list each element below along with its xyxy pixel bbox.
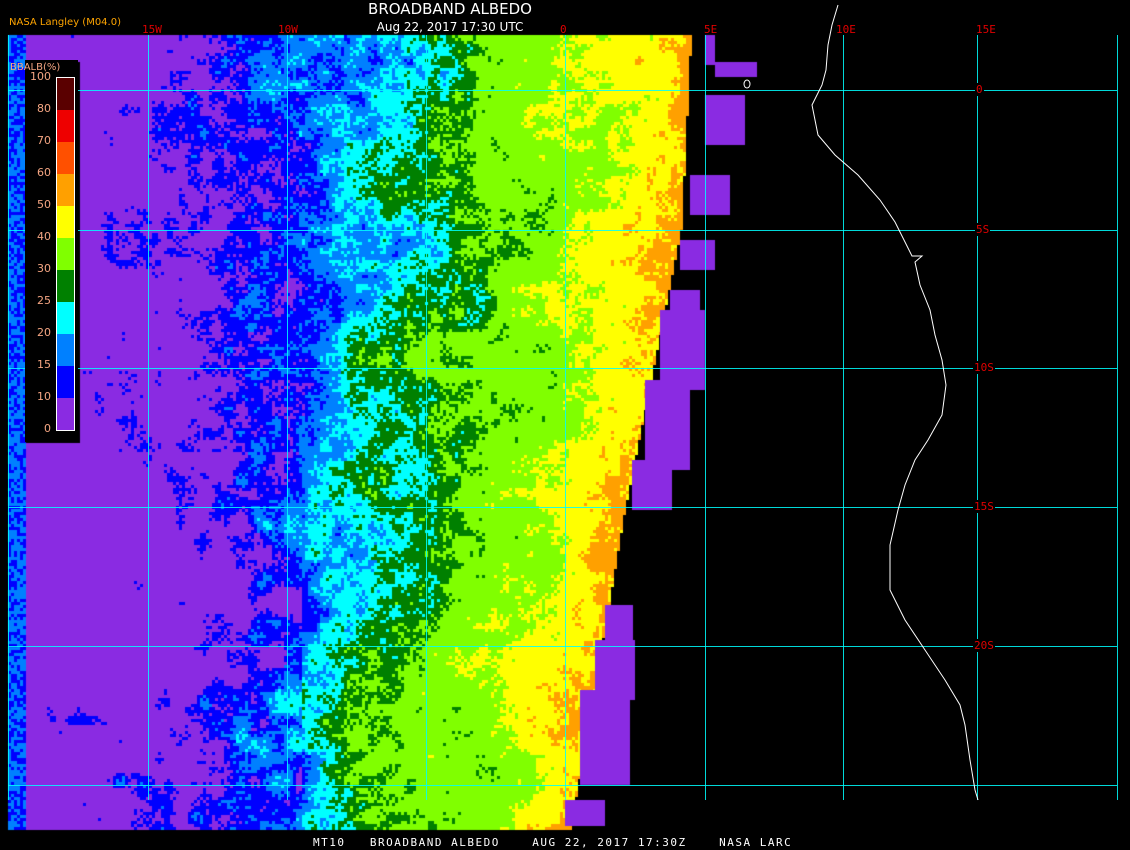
legend-label: 70 xyxy=(37,134,51,147)
lon-label-10e: 10E xyxy=(836,23,856,36)
legend-bin-60-70 xyxy=(57,142,74,174)
legend-label: 60 xyxy=(37,166,51,179)
coastline xyxy=(811,4,979,801)
legend-label: 20 xyxy=(37,326,51,339)
footer-caption: MT10 BROADBAND ALBEDO AUG 22, 2017 17:30… xyxy=(313,836,793,849)
island-outline xyxy=(743,79,751,89)
lon-label-15e: 15E xyxy=(976,23,996,36)
legend-label: 25 xyxy=(37,294,51,307)
legend-bin-20-25 xyxy=(57,302,74,334)
legend-label: 30 xyxy=(37,262,51,275)
legend-label: 40 xyxy=(37,230,51,243)
credit-label: NASA Langley (M04.0) xyxy=(9,17,121,28)
map-title: BROADBAND ALBEDO xyxy=(368,0,532,18)
legend-bin-70-80 xyxy=(57,110,74,142)
color-legend: BBALB(%) 100 80 70 60 50 40 30 25 20 15 10 0 xyxy=(10,60,78,442)
legend-bin-25-30 xyxy=(57,270,74,302)
lat-label-5s: 5S xyxy=(975,223,991,236)
legend-label: 0 xyxy=(44,422,51,435)
legend-bin-15-20 xyxy=(57,334,74,366)
legend-bin-80-100 xyxy=(57,78,74,110)
legend-label: 10 xyxy=(37,390,51,403)
lon-label-15w: 15W xyxy=(142,23,162,36)
lat-label-20s: 20S xyxy=(973,639,995,652)
lat-label-10s: 10S xyxy=(973,361,995,374)
lat-label-0: 0 xyxy=(975,83,984,96)
legend-bin-40-50 xyxy=(57,206,74,238)
map-timestamp: Aug 22, 2017 17:30 UTC xyxy=(376,20,524,34)
legend-bin-10-15 xyxy=(57,366,74,398)
map-overlay xyxy=(8,4,1118,801)
lon-label-5e: 5E xyxy=(704,23,718,36)
legend-label: 50 xyxy=(37,198,51,211)
legend-bin-30-40 xyxy=(57,238,74,270)
legend-label: 15 xyxy=(37,358,51,371)
legend-color-bar xyxy=(56,77,75,431)
legend-bin-0-10 xyxy=(57,398,74,430)
legend-label: 80 xyxy=(37,102,51,115)
lon-label-0: 0 xyxy=(560,23,567,36)
lon-label-10w: 10W xyxy=(278,23,298,36)
legend-bin-50-60 xyxy=(57,174,74,206)
legend-label: 100 xyxy=(30,70,51,83)
lat-label-15s: 15S xyxy=(973,500,995,513)
